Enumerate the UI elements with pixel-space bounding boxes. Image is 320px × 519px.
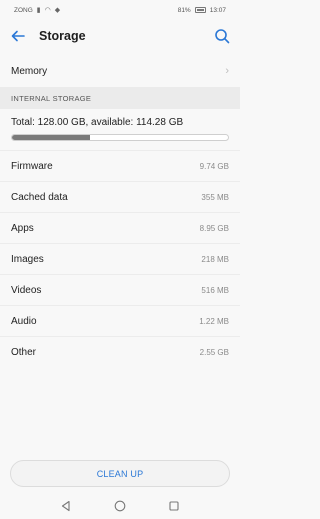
carrier-label: ZONG: [14, 6, 33, 14]
item-label: Images: [11, 253, 44, 265]
list-item-cached-data[interactable]: Cached data 355 MB: [0, 181, 240, 212]
item-label: Videos: [11, 284, 42, 296]
circle-home-icon[interactable]: [113, 499, 127, 513]
arrow-left-icon[interactable]: [10, 28, 26, 44]
section-title: INTERNAL STORAGE: [11, 93, 92, 103]
status-bar: ZONG ▮ ◠ ◆ 81% 13:07: [0, 0, 240, 20]
item-value: 1.22 MB: [199, 316, 229, 326]
search-icon[interactable]: [214, 28, 230, 44]
memory-row[interactable]: Memory ›: [0, 55, 240, 87]
list-item-videos[interactable]: Videos 516 MB: [0, 274, 240, 305]
storage-category-list: Firmware 9.74 GB Cached data 355 MB Apps…: [0, 150, 240, 367]
app-header: Storage: [0, 20, 240, 52]
list-item-firmware[interactable]: Firmware 9.74 GB: [0, 150, 240, 181]
clean-up-button[interactable]: CLEAN UP: [10, 460, 230, 487]
list-item-other[interactable]: Other 2.55 GB: [0, 336, 240, 367]
system-nav-bar: [0, 492, 240, 519]
item-value: 218 MB: [201, 254, 229, 264]
clock: 13:07: [209, 6, 226, 14]
item-label: Cached data: [11, 191, 68, 203]
item-value: 516 MB: [201, 285, 229, 295]
list-item-images[interactable]: Images 218 MB: [0, 243, 240, 274]
item-label: Other: [11, 346, 37, 358]
section-header: INTERNAL STORAGE: [0, 87, 240, 109]
list-item-audio[interactable]: Audio 1.22 MB: [0, 305, 240, 336]
item-value: 2.55 GB: [199, 347, 229, 357]
storage-usage-fill: [12, 135, 90, 140]
item-value: 9.74 GB: [199, 161, 229, 171]
storage-total: Total: 128.00 GB, available: 114.28 GB: [11, 117, 184, 128]
item-label: Audio: [11, 315, 37, 327]
list-item-apps[interactable]: Apps 8.95 GB: [0, 212, 240, 243]
storage-usage-bar: [11, 134, 229, 141]
page-title: Storage: [39, 29, 86, 43]
triangle-back-icon[interactable]: [59, 499, 73, 513]
signal-icon: ▮: [36, 6, 41, 14]
status-left: ZONG ▮ ◠ ◆: [14, 7, 60, 14]
status-right: 81% 13:07: [178, 7, 226, 14]
square-recent-icon[interactable]: [167, 499, 181, 513]
memory-label: Memory: [11, 65, 48, 77]
battery-icon: [194, 7, 206, 13]
battery-percent: 81%: [177, 6, 191, 14]
item-value: 8.95 GB: [199, 223, 229, 233]
notification-icon: ◆: [54, 6, 61, 14]
item-label: Firmware: [11, 160, 53, 172]
item-label: Apps: [11, 222, 34, 234]
wifi-icon: ◠: [44, 6, 51, 14]
chevron-right-icon: ›: [225, 65, 229, 77]
item-value: 355 MB: [201, 192, 229, 202]
